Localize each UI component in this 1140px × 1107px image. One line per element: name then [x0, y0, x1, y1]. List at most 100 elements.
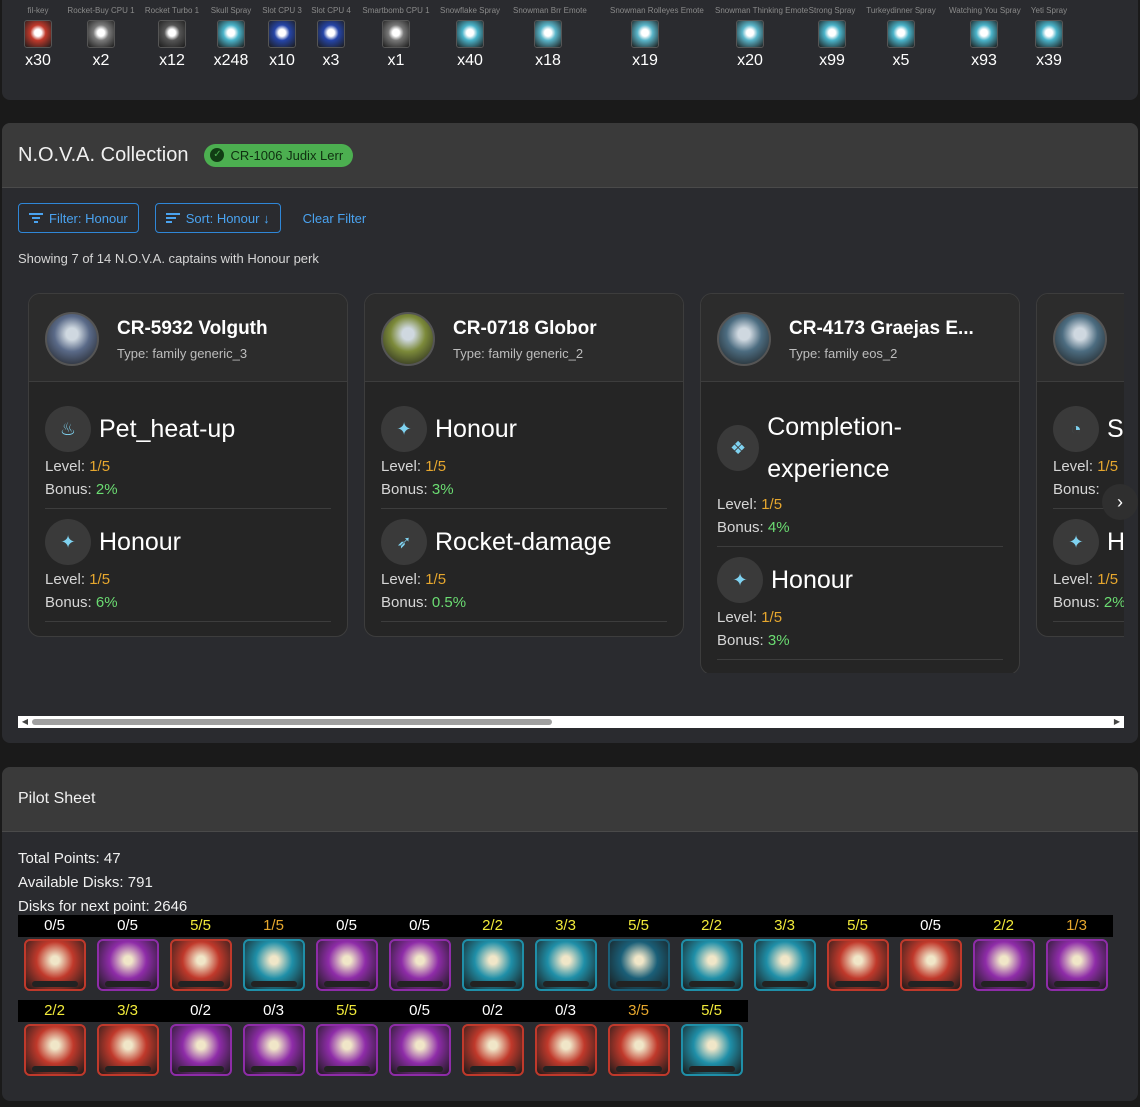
- bonus-value: 6%: [95, 594, 118, 611]
- bonus-label: Bonus:: [45, 481, 96, 498]
- sort-icon: [165, 213, 180, 223]
- perk-bonus: Bonus: 6%: [45, 594, 331, 611]
- inventory-item-name: Snowman Thinking Emote: [715, 6, 809, 15]
- pilot-skill[interactable]: 1/3: [1040, 915, 1113, 991]
- pilot-skill[interactable]: 0/5: [18, 915, 91, 991]
- perk-entry: ♨ Pet_heat-up Level: 1/5 Bonus: 2%: [45, 396, 331, 509]
- skill-icon: [242, 1024, 305, 1076]
- captain-card[interactable]: CR-4173 Graejas E... Type: family eos_2 ❖ C…: [700, 293, 1020, 673]
- pilot-skill[interactable]: 0/2: [164, 1000, 237, 1076]
- pilot-skill[interactable]: 3/3: [529, 915, 602, 991]
- slot-cpu-icon: [317, 20, 345, 48]
- skill-level: 0/5: [894, 915, 967, 937]
- honour-icon: ✦: [381, 406, 427, 452]
- captain-card[interactable]: ◔ S Level: 1/5 Bonus: ✦ H Level: 1/5 Bonus: 2%: [1036, 293, 1124, 637]
- inventory-item-qty: x3: [322, 52, 340, 69]
- captain-name: CR-4173 Graejas E...: [789, 318, 974, 339]
- inventory-item[interactable]: Strong Spray x99: [797, 6, 867, 70]
- pilot-skill[interactable]: 3/3: [91, 1000, 164, 1076]
- scrollbar-thumb[interactable]: [32, 719, 552, 725]
- skill-level: 5/5: [675, 1000, 748, 1022]
- snowman-icon: [534, 20, 562, 48]
- pilot-skill[interactable]: 5/5: [164, 915, 237, 991]
- perk-header: ♨ Pet_heat-up: [45, 406, 331, 452]
- skill-icon: [753, 939, 816, 991]
- inventory-item[interactable]: Turkeydinner Spray x5: [866, 6, 936, 70]
- yeti-spray-icon: [1035, 20, 1063, 48]
- captain-card-header: CR-0718 Globor Type: family generic_2: [365, 294, 683, 382]
- inventory-item-qty: x18: [535, 52, 561, 69]
- nova-collection-panel: N.O.V.A. Collection ✓ CR-1006 Judix Lerr…: [2, 123, 1138, 743]
- filter-button[interactable]: Filter: Honour: [18, 203, 139, 233]
- inventory-item-name: Watching You Spray: [949, 6, 1021, 15]
- perk-bonus: Bonus: 2%: [1053, 594, 1124, 611]
- perk-list: ✦ Honour Level: 1/5 Bonus: 3% ➶ Rocket-damage…: [365, 382, 683, 636]
- inventory-item[interactable]: Rocket-Buy CPU 1 x2: [66, 6, 136, 70]
- eye-spray-icon: [970, 20, 998, 48]
- pilot-skill[interactable]: 5/5: [310, 1000, 383, 1076]
- pilot-skill[interactable]: 0/5: [310, 915, 383, 991]
- level-label: Level:: [717, 496, 762, 513]
- skill-icon: [1045, 939, 1108, 991]
- perk-entry: ✦ Honour Level: 1/5 Bonus: 3%: [381, 396, 667, 509]
- skill-level: 0/5: [383, 915, 456, 937]
- inventory-item-name: fil-key: [27, 6, 49, 15]
- pilot-skill[interactable]: 3/3: [748, 915, 821, 991]
- captain-name: CR-5932 Volguth: [117, 318, 268, 339]
- inventory-item[interactable]: Snowman Thinking Emote x20: [715, 6, 809, 70]
- pilot-skill[interactable]: 0/5: [383, 1000, 456, 1076]
- captain-card-header: [1037, 294, 1124, 382]
- perk-level: Level: 1/5: [717, 496, 1003, 513]
- sort-button[interactable]: Sort: Honour ↓: [154, 203, 281, 233]
- pilot-skill[interactable]: 5/5: [602, 915, 675, 991]
- fil-key-icon: [24, 20, 52, 48]
- inventory-item[interactable]: Slot CPU 4 x3: [296, 6, 366, 70]
- inventory-item[interactable]: Watching You Spray x93: [949, 6, 1021, 70]
- pilot-skill[interactable]: 2/2: [967, 915, 1040, 991]
- captain-type: Type: family generic_2: [453, 346, 584, 361]
- inventory-item-name: Yeti Spray: [1030, 6, 1068, 15]
- pilot-skill[interactable]: 0/2: [456, 1000, 529, 1076]
- inventory-item[interactable]: fil-key x30: [3, 6, 73, 70]
- skill-level: 3/3: [91, 1000, 164, 1022]
- scroll-left-icon[interactable]: ◀: [20, 716, 30, 728]
- inventory-item[interactable]: Yeti Spray x39: [1014, 6, 1084, 70]
- inventory-item[interactable]: Smartbomb CPU 1 x1: [361, 6, 431, 70]
- speed-icon: ◔: [1053, 406, 1099, 452]
- pilot-skill[interactable]: 3/5: [602, 1000, 675, 1076]
- level-value: 1/5: [761, 496, 783, 513]
- pilot-skill[interactable]: 0/5: [894, 915, 967, 991]
- clear-filter-button[interactable]: Clear Filter: [297, 211, 373, 226]
- pilot-skill[interactable]: 2/2: [18, 1000, 91, 1076]
- pilot-skill[interactable]: 0/3: [237, 1000, 310, 1076]
- snowflake-spray-icon: [456, 20, 484, 48]
- inventory-item[interactable]: Snowman Brr Emote x18: [513, 6, 587, 70]
- pilot-skill[interactable]: 0/5: [383, 915, 456, 991]
- perk-name: Rocket-damage: [435, 527, 612, 556]
- carousel-next-button[interactable]: ›: [1102, 484, 1138, 520]
- pilot-skill[interactable]: 2/2: [456, 915, 529, 991]
- bonus-label: Bonus:: [717, 519, 768, 536]
- pilot-stats: Total Points: 47 Available Disks: 791 Di…: [18, 847, 187, 919]
- pilot-skill[interactable]: 2/2: [675, 915, 748, 991]
- pilot-skill[interactable]: 0/5: [91, 915, 164, 991]
- chevron-right-icon: ›: [1117, 491, 1123, 512]
- pilot-skill[interactable]: 0/3: [529, 1000, 602, 1076]
- skill-level: 3/3: [748, 915, 821, 937]
- pilot-skill[interactable]: 5/5: [675, 1000, 748, 1076]
- captain-card[interactable]: CR-0718 Globor Type: family generic_2 ✦ Hon…: [364, 293, 684, 637]
- inventory-item-qty: x19: [632, 52, 658, 69]
- level-value: 1/5: [425, 571, 447, 588]
- skill-level: 0/2: [164, 1000, 237, 1022]
- pilot-skill[interactable]: 5/5: [821, 915, 894, 991]
- captain-card[interactable]: CR-5932 Volguth Type: family generic_3 ♨ Pe…: [28, 293, 348, 637]
- inventory-item[interactable]: Snowman Rolleyes Emote x19: [610, 6, 704, 70]
- scroll-right-icon[interactable]: ▶: [1112, 716, 1122, 728]
- showing-count-text: Showing 7 of 14 N.O.V.A. captains with H…: [18, 251, 319, 266]
- pilot-skill[interactable]: 1/5: [237, 915, 310, 991]
- perk-bonus: Bonus: 4%: [717, 519, 1003, 536]
- level-label: Level:: [45, 571, 90, 588]
- perk-entry: ✦ Honour Level: 1/5 Bonus: 3%: [717, 547, 1003, 660]
- carousel-scrollbar[interactable]: ◀ ▶: [18, 716, 1124, 728]
- inventory-item[interactable]: Snowflake Spray x40: [435, 6, 505, 70]
